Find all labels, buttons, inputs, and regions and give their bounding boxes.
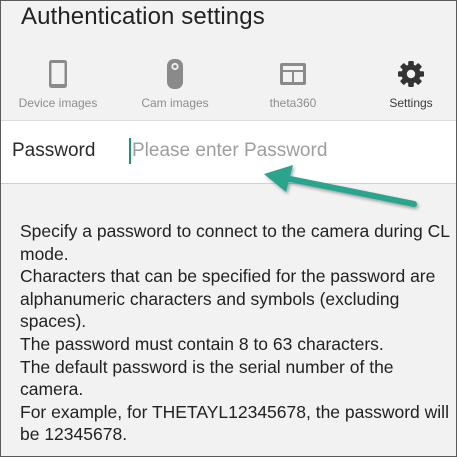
description-line: For example, for THETAYL12345678, the pa…: [20, 401, 449, 445]
tab-label: Settings: [389, 96, 433, 110]
header: Authentication settings Device images Ca…: [1, 1, 456, 118]
tab-device-images[interactable]: Device images: [1, 53, 115, 117]
description: Specify a password to connect to the cam…: [20, 220, 450, 446]
tab-theta360[interactable]: theta360: [236, 53, 350, 117]
description-line: Specify a password to connect to the cam…: [20, 221, 450, 264]
gear-icon: [396, 59, 426, 89]
tab-bar: Device images Cam images theta360 Settin…: [1, 53, 456, 117]
description-line: The default password is the serial numbe…: [20, 356, 394, 400]
tab-settings[interactable]: Settings: [354, 53, 456, 117]
page-title: Authentication settings: [21, 3, 265, 30]
smartphone-icon: [43, 59, 73, 89]
text-caret: [129, 138, 131, 164]
tab-label: theta360: [269, 96, 317, 110]
gallery-icon: [278, 59, 308, 89]
app-window: Authentication settings Device images Ca…: [0, 0, 457, 457]
password-label: Password: [12, 140, 96, 161]
camera-icon: [160, 59, 190, 89]
description-line: Characters that can be specified for the…: [20, 266, 436, 332]
tab-label: Device images: [18, 96, 98, 110]
description-line: The password must contain 8 to 63 charac…: [20, 333, 384, 354]
tab-label: Cam images: [141, 96, 209, 110]
tab-cam-images[interactable]: Cam images: [118, 53, 232, 117]
annotation-arrow-icon: [264, 165, 417, 207]
